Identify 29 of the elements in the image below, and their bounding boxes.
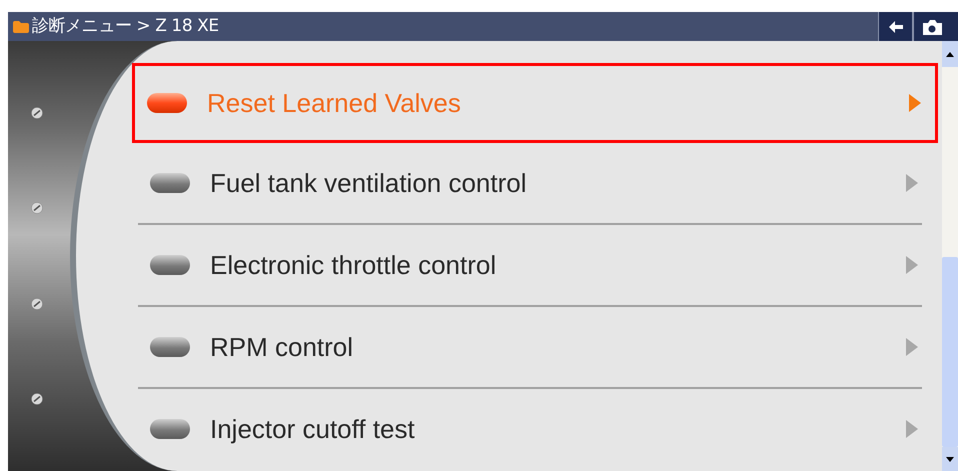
screw-icon — [31, 202, 43, 214]
camera-button[interactable] — [912, 12, 958, 41]
scroll-up-button[interactable] — [942, 41, 958, 67]
pill-icon — [147, 93, 187, 113]
pill-icon — [150, 337, 190, 357]
arrow-left-icon — [888, 20, 904, 34]
chevron-right-icon — [906, 338, 918, 356]
menu-item[interactable]: Electronic throttle control — [138, 225, 932, 305]
back-button[interactable] — [878, 12, 912, 41]
scroll-thumb[interactable] — [942, 257, 958, 447]
triangle-up-icon — [946, 52, 954, 56]
pill-icon — [150, 255, 190, 275]
menu-item[interactable]: RPM control — [138, 307, 932, 387]
breadcrumb: 診断メニュー > Z 18 XE — [32, 14, 219, 38]
camera-icon — [922, 18, 942, 34]
screw-icon — [31, 106, 43, 119]
menu-item[interactable]: Injector cutoff test — [138, 389, 932, 469]
chevron-right-icon — [909, 94, 921, 112]
chevron-right-icon — [906, 420, 918, 438]
scroll-down-button[interactable] — [942, 447, 958, 471]
folder-icon — [12, 20, 30, 34]
chevron-right-icon — [906, 174, 918, 192]
triangle-down-icon — [946, 456, 954, 462]
screw-icon — [31, 393, 43, 406]
screw-icon — [31, 298, 43, 310]
pill-icon — [150, 419, 190, 439]
chevron-right-icon — [906, 256, 918, 274]
pill-icon — [150, 173, 190, 193]
menu-item[interactable]: Fuel tank ventilation control — [138, 143, 932, 223]
